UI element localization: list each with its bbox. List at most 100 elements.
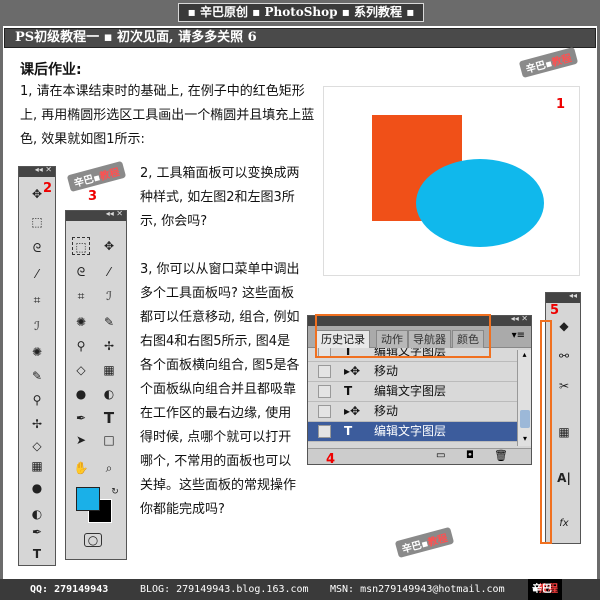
eraser-tool-icon[interactable]: ◇ (28, 437, 46, 455)
stamp-tool-icon[interactable]: ⚲ (28, 391, 46, 409)
history-row-label: 移动 (374, 404, 399, 418)
crop-tool-icon[interactable]: ⌗ (72, 287, 90, 305)
move-tool-icon[interactable]: ✥ (100, 237, 118, 255)
figure-5-label: 5 (550, 303, 560, 318)
figure-1-label: 1 (556, 97, 566, 112)
paragraph-3: 3, 你可以从窗口菜单中调出多个工具面板吗? 这些面板都可以任意移动, 组合, … (140, 262, 300, 517)
blue-ellipse (416, 159, 544, 247)
figure-1-shapes (372, 115, 544, 247)
expand-icon[interactable]: ◂◂ (569, 291, 577, 300)
quick-mask-icon[interactable]: ○ (84, 533, 102, 547)
paragraph-1: 1, 请在本课结束时的基础上, 在例子中的红色矩形上, 再用椭圆形选区工具画出一… (20, 84, 315, 147)
crop-tool-icon[interactable]: ⌗ (28, 291, 46, 309)
path-select-icon[interactable]: ➤ (72, 431, 90, 449)
delete-icon[interactable]: 🗑 (494, 449, 508, 462)
paths-icon[interactable]: ✂ (555, 377, 573, 395)
pen-tool-icon[interactable]: ✒ (72, 409, 90, 427)
collapse-icon[interactable]: ◂◂ ✕ (511, 314, 528, 323)
styles-icon[interactable]: fx (555, 515, 573, 533)
hand-tool-icon[interactable]: ✋ (72, 459, 90, 477)
lasso-tool-icon[interactable]: ᘓ (28, 239, 46, 257)
footer-bar: QQ: 279149943 BLOG: 279149943.blog.163.c… (0, 579, 600, 600)
collapse-icon[interactable]: ◂◂ ✕ (35, 165, 52, 174)
series-banner: ▪ 辛巴原创 ▪ PhotoShop ▪ 系列教程 ▪ (178, 3, 424, 22)
brush-tool-icon[interactable]: ✎ (28, 367, 46, 385)
history-row[interactable]: T 编辑文字图层 (308, 382, 518, 402)
figure-1-canvas: 1 (323, 86, 580, 276)
type-tool-icon[interactable]: T (100, 409, 118, 427)
healing-brush-icon[interactable]: ✺ (72, 313, 90, 331)
history-list: T 编辑文字图层 ▸✥ 移动 T 编辑文字图层 ▸✥ 移动 T 编辑文字图层 (308, 348, 518, 448)
page-title: PS初级教程一 ▪ 初次见面, 请多多关照 6 (4, 28, 596, 48)
magic-wand-icon[interactable]: ⁄ (100, 263, 118, 281)
homework-heading: 课后作业: (20, 62, 82, 78)
paragraph-2: 2, 工具箱面板可以变换成两种样式, 如左图2和左图3所示, 你会吗? (140, 166, 300, 229)
toolbox-single-column[interactable]: ◂◂ ✕ ✥ ⬚ ᘓ ⁄ ⌗ ℐ ✺ ✎ ⚲ ✢ ◇ ▦ ● ◐ ✒ T 2 (18, 165, 56, 566)
stamp-tool-icon[interactable]: ⚲ (72, 337, 90, 355)
new-document-icon[interactable]: ▭ (436, 450, 445, 461)
channels-icon[interactable]: ⚯ (555, 347, 573, 365)
toolbox-double-column[interactable]: ◂◂ ✕ ⬚ ✥ ᘓ ⁄ ⌗ ℐ ✺ ✎ ⚲ ✢ ◇ ▦ ● ◐ ✒ T ➤ □… (65, 189, 127, 560)
history-row[interactable]: ▸✥ 移动 (308, 402, 518, 422)
marquee-tool-icon[interactable]: ⬚ (28, 213, 46, 231)
history-state-icon: T (344, 384, 353, 398)
history-row-label: 移动 (374, 364, 399, 378)
figure-4-label: 4 (326, 452, 336, 467)
history-row[interactable]: T 编辑文字图层 (308, 422, 518, 442)
eyedropper-icon[interactable]: ℐ (100, 287, 118, 305)
history-checkbox[interactable] (318, 385, 331, 398)
marquee-tool-icon[interactable]: ⬚ (72, 237, 90, 255)
brush-tool-icon[interactable]: ✎ (100, 313, 118, 331)
collapse-icon[interactable]: ◂◂ ✕ (106, 209, 123, 218)
footer-qq: QQ: 279149943 (30, 584, 109, 595)
scroll-thumb[interactable] (520, 410, 530, 428)
history-row[interactable]: ▸✥ 移动 (308, 362, 518, 382)
panel-header[interactable]: ◂◂ (546, 291, 580, 303)
history-row-label: 编辑文字图层 (374, 384, 447, 398)
character-icon[interactable]: A| (555, 469, 573, 487)
history-brush-icon[interactable]: ✢ (28, 415, 46, 433)
blur-tool-icon[interactable]: ● (28, 479, 46, 497)
footer-brand: 辛巴 ▪教程 (528, 579, 563, 600)
rectangle-shape-icon[interactable]: □ (100, 431, 118, 449)
dock-highlight-box (540, 320, 552, 544)
panel-header[interactable]: ◂◂ ✕ (66, 209, 126, 221)
history-state-icon: ▸✥ (344, 404, 361, 418)
top-bar: ▪ 辛巴原创 ▪ PhotoShop ▪ 系列教程 ▪ (0, 0, 600, 26)
zoom-tool-icon[interactable]: ⌕ (100, 459, 118, 477)
pen-tool-icon[interactable]: ✒ (28, 523, 46, 541)
swatches-icon[interactable]: ▦ (555, 423, 573, 441)
history-state-icon: T (344, 424, 353, 438)
eyedropper-icon[interactable]: ℐ (28, 317, 46, 335)
history-checkbox[interactable] (318, 365, 331, 378)
tabs-highlight-box (315, 314, 491, 358)
gradient-tool-icon[interactable]: ▦ (100, 361, 118, 379)
history-checkbox[interactable] (318, 405, 331, 418)
dodge-tool-icon[interactable]: ◐ (100, 385, 118, 403)
figure-3-label: 3 (88, 189, 98, 204)
footer-msn: MSN: msn279149943@hotmail.com (330, 584, 505, 595)
figure-2-label: 2 (43, 181, 53, 196)
new-snapshot-icon[interactable]: ◘ (466, 450, 474, 461)
scroll-up-icon[interactable]: ▴ (518, 350, 531, 362)
magic-wand-icon[interactable]: ⁄ (28, 265, 46, 283)
history-brush-icon[interactable]: ✢ (100, 337, 118, 355)
panel-footer: ▭ ◘ 🗑 (308, 448, 531, 464)
panel-menu-icon[interactable]: ▾≡ (512, 330, 525, 341)
scroll-down-icon[interactable]: ▾ (518, 434, 532, 446)
history-checkbox[interactable] (318, 425, 331, 438)
foreground-color-swatch[interactable] (76, 487, 100, 511)
panel-header[interactable]: ◂◂ ✕ (19, 165, 55, 177)
blur-tool-icon[interactable]: ● (72, 385, 90, 403)
type-tool-icon[interactable]: T (28, 545, 46, 563)
layers-icon[interactable]: ◆ (555, 317, 573, 335)
history-row-label: 编辑文字图层 (374, 424, 447, 438)
footer-blog: BLOG: 279149943.blog.163.com (140, 584, 309, 595)
swap-colors-icon[interactable]: ↻ (106, 483, 124, 501)
dodge-tool-icon[interactable]: ◐ (28, 505, 46, 523)
lasso-tool-icon[interactable]: ᘓ (72, 263, 90, 281)
eraser-tool-icon[interactable]: ◇ (72, 361, 90, 379)
gradient-tool-icon[interactable]: ▦ (28, 457, 46, 475)
history-scrollbar[interactable]: ▴ ▾ (517, 350, 531, 446)
healing-brush-icon[interactable]: ✺ (28, 343, 46, 361)
